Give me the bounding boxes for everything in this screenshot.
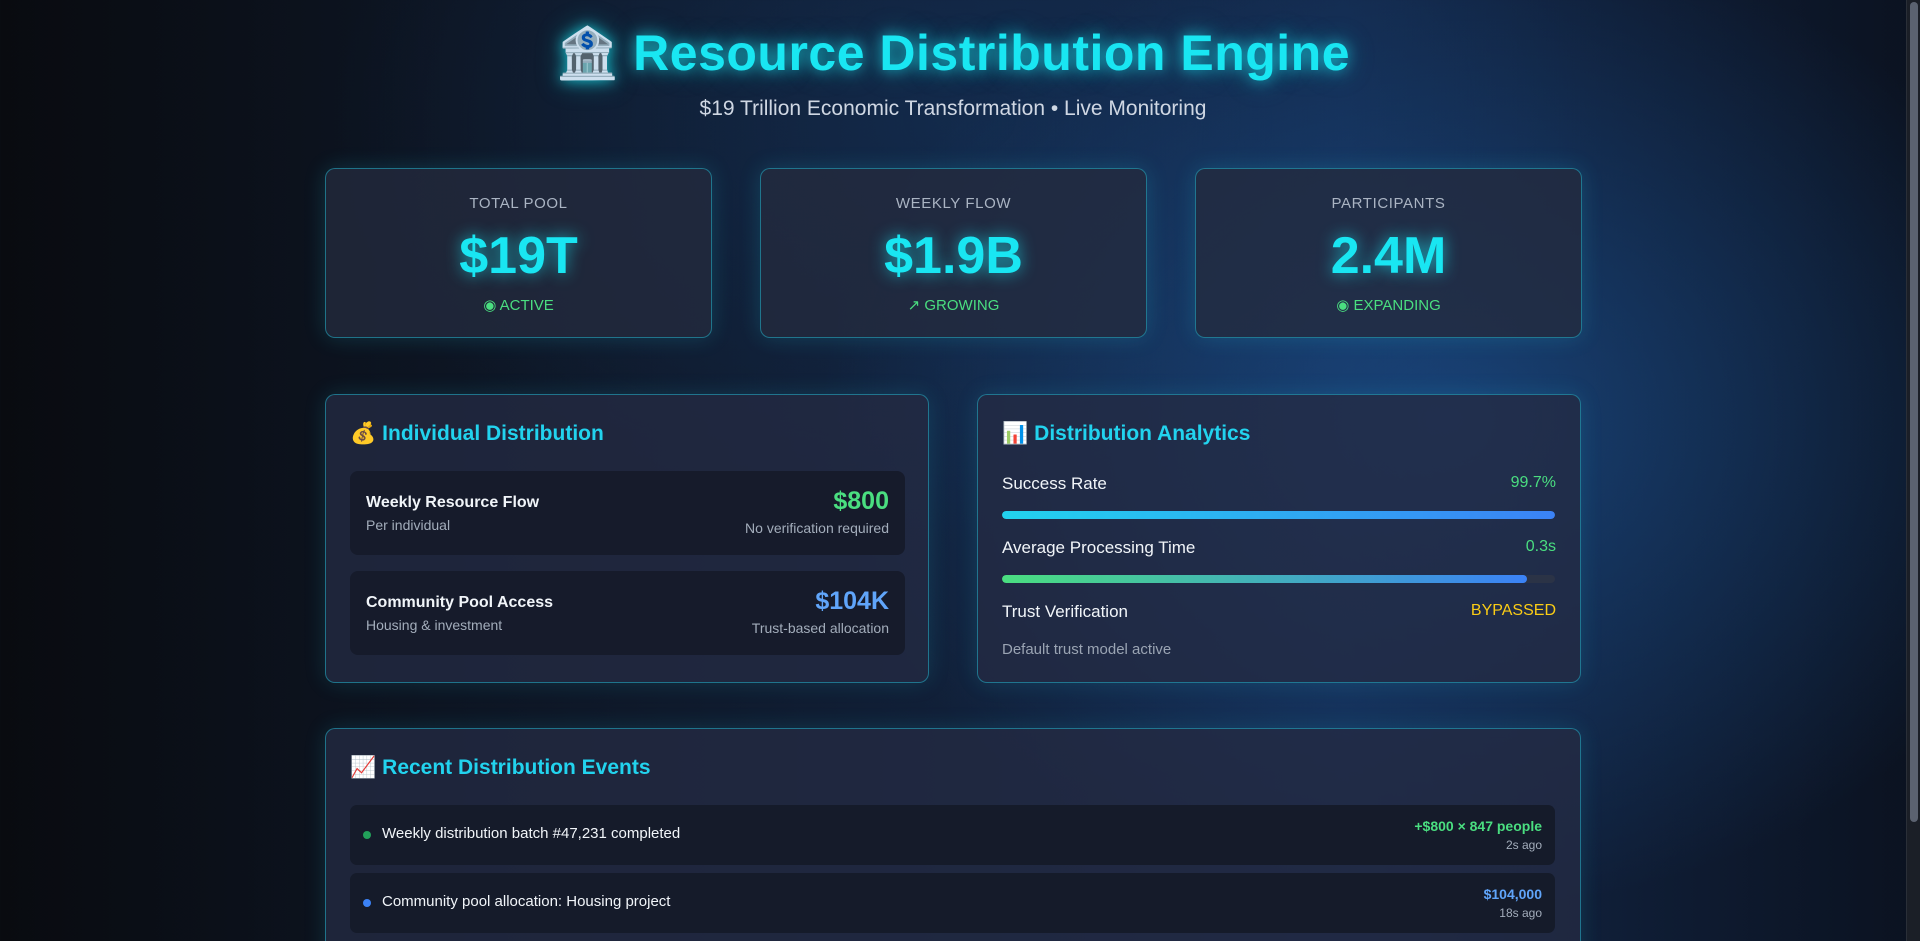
stat-label: WEEKLY FLOW — [895, 195, 1012, 212]
panel-title-text: Recent Distribution Events — [382, 756, 651, 779]
row-name: Community Pool Access — [366, 594, 554, 611]
metric-label-processing-time: Average Processing Time — [1002, 538, 1196, 557]
event-amount: $104,000 — [1483, 886, 1542, 902]
scrollbar-thumb[interactable] — [1910, 2, 1918, 822]
success-rate-bar-fill — [1002, 511, 1555, 519]
page-title: 🏦 Resource Distribution Engine — [0, 24, 1906, 83]
row-description: Housing & investment — [366, 617, 503, 633]
stat-status: ↗ GROWING — [761, 296, 1146, 314]
event-amount: +$800 × 847 people — [1414, 818, 1542, 834]
stat-status-text: EXPANDING — [1353, 297, 1441, 314]
stat-status: ◉ ACTIVE — [326, 296, 711, 314]
event-status-dot — [363, 831, 371, 839]
metric-value-trust-verification: BYPASSED — [1470, 602, 1556, 619]
panel-title-text: Individual Distribution — [382, 422, 604, 445]
recent-events-panel: 📈 Recent Distribution Events Weekly distr… — [325, 728, 1581, 941]
stat-card-weekly-flow: WEEKLY FLOW $1.9B ↗ GROWING — [760, 168, 1147, 338]
stat-label: PARTICIPANTS — [1331, 195, 1446, 212]
bank-icon: 🏦 — [555, 25, 619, 81]
row-amount: $800 — [833, 487, 889, 515]
event-row: Weekly distribution batch #47,231 comple… — [350, 805, 1555, 865]
metric-label-success-rate: Success Rate — [1002, 474, 1107, 493]
event-status-dot — [363, 899, 371, 907]
row-name: Weekly Resource Flow — [366, 494, 540, 511]
panel-title: 📈 Recent Distribution Events — [350, 756, 651, 780]
radio-dot-icon: ◉ — [483, 297, 497, 314]
page-subtitle: $19 Trillion Economic Transformation • L… — [699, 97, 1207, 120]
radio-dot-icon: ◉ — [1336, 297, 1350, 314]
stat-value: $1.9B — [884, 227, 1023, 285]
metric-value-processing-time: 0.3s — [1525, 538, 1556, 555]
row-amount: $104K — [815, 587, 889, 615]
trend-up-icon: ↗ — [907, 297, 921, 314]
row-description: Per individual — [366, 517, 451, 533]
metric-label-trust-verification: Trust Verification — [1002, 602, 1128, 621]
panel-title-text: Distribution Analytics — [1034, 422, 1251, 445]
bar-chart-icon: 📊 — [1002, 422, 1029, 445]
processing-time-bar-fill — [1002, 575, 1528, 583]
stat-status-text: ACTIVE — [499, 297, 554, 314]
stat-card-participants: PARTICIPANTS 2.4M ◉ EXPANDING — [1195, 168, 1582, 338]
page-title-text: Resource Distribution Engine — [633, 25, 1351, 81]
distribution-row-weekly: Weekly Resource Flow Per individual $800… — [350, 471, 905, 555]
event-text: Community pool allocation: Housing proje… — [382, 893, 671, 910]
stat-status-text: GROWING — [924, 297, 1000, 314]
trend-chart-icon: 📈 — [350, 756, 377, 779]
stat-value: 2.4M — [1330, 227, 1447, 285]
stat-label: TOTAL POOL — [469, 195, 568, 212]
distribution-analytics-panel: 📊 Distribution Analytics Success Rate 99.… — [977, 394, 1581, 683]
metric-value-success-rate: 99.7% — [1510, 474, 1556, 491]
vertical-scrollbar[interactable] — [1906, 0, 1920, 941]
row-note: No verification required — [745, 520, 889, 536]
panel-title: 📊 Distribution Analytics — [1002, 422, 1250, 446]
stat-status: ◉ EXPANDING — [1196, 296, 1581, 314]
event-time: 2s ago — [1505, 838, 1542, 852]
analytics-footnote: Default trust model active — [1002, 641, 1172, 658]
success-rate-bar — [1002, 511, 1555, 519]
money-bag-icon: 💰 — [350, 422, 377, 445]
row-note: Trust-based allocation — [751, 620, 889, 636]
distribution-row-community: Community Pool Access Housing & investme… — [350, 571, 905, 655]
event-row: Community pool allocation: Housing proje… — [350, 873, 1555, 933]
panel-title: 💰 Individual Distribution — [350, 422, 604, 446]
event-time: 18s ago — [1499, 906, 1542, 920]
stat-card-total-pool: TOTAL POOL $19T ◉ ACTIVE — [325, 168, 712, 338]
individual-distribution-panel: 💰 Individual Distribution Weekly Resource… — [325, 394, 929, 683]
stat-value: $19T — [459, 227, 578, 285]
processing-time-bar — [1002, 575, 1555, 583]
event-text: Weekly distribution batch #47,231 comple… — [382, 825, 681, 842]
